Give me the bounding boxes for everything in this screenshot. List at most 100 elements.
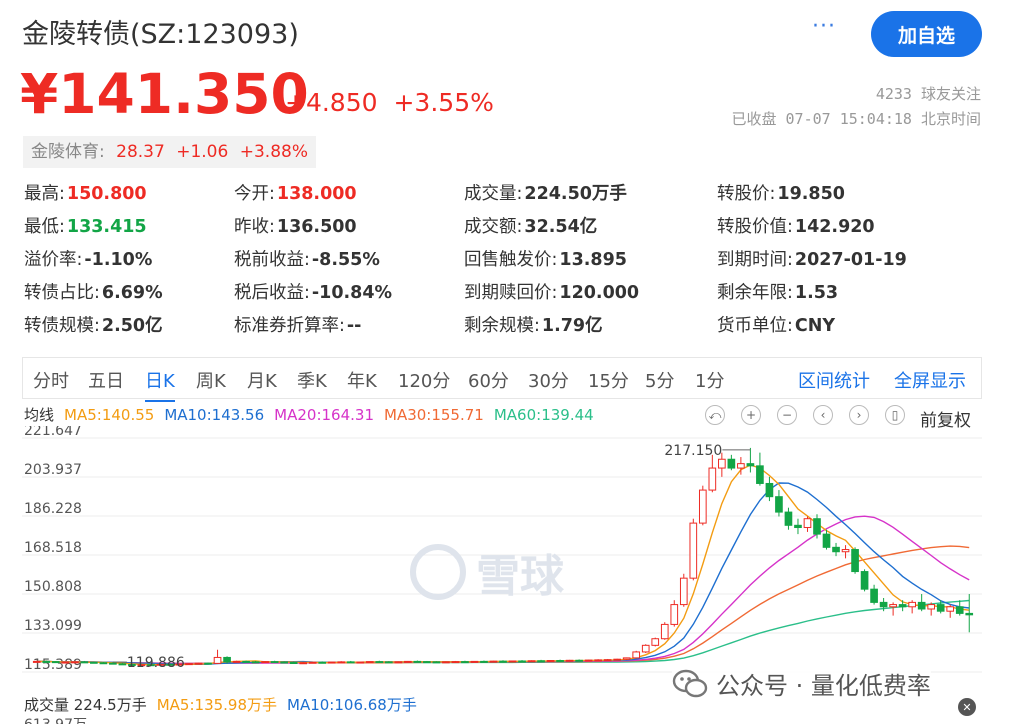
toggle-icon[interactable]: ▯ [885,405,905,425]
stat-label: 货币单位: [717,316,793,336]
candle-body [365,661,374,664]
tab-period[interactable]: 15分 [588,367,629,393]
candle-body [318,661,327,664]
candle-body [242,660,250,663]
candle-body [32,660,41,663]
candle-body [851,549,859,573]
candle-body [879,601,888,608]
candle-body [51,661,60,664]
y-tick-label: 115.389 [24,657,82,673]
zoom-in-icon[interactable]: + [741,405,761,425]
bond-title: 金陵转债(SZ:123093) [22,19,299,50]
tab-period[interactable]: 60分 [468,367,509,393]
add-watchlist-button[interactable]: 加自选 [871,11,982,57]
candle-body [651,638,660,646]
more-options-button[interactable]: ··· [812,14,836,39]
candle-body [727,458,736,469]
candle-body [251,661,260,664]
underlying-price: 28.37 [116,142,165,162]
tab-period[interactable]: 30分 [528,367,569,393]
tab-period[interactable]: 五日 [88,367,124,393]
tab-period[interactable]: 年K [347,367,377,393]
stats-row: 转债规模: 2.50亿 标准券折算率: -- 剩余规模: 1.79亿 货币单位: CNY [24,312,984,345]
candle-body [499,660,507,663]
tab-period[interactable]: 5分 [645,367,674,393]
stat-item: 成交量: 224.50万手 [464,180,627,205]
stat-label: 转债规模: [24,316,100,336]
scroll-right-icon[interactable]: › [849,405,869,425]
candle-body [613,658,622,661]
tab-period[interactable]: 日K [145,367,175,402]
ma-value: MA5:140.55 [64,406,155,424]
tab-period[interactable]: 1分 [695,367,724,393]
candle-body [194,662,203,665]
candle-body [337,661,346,664]
zoom-out-icon[interactable]: − [777,405,797,425]
candle-body [42,660,51,663]
candle-body [632,651,641,659]
tab-period[interactable]: 季K [297,367,327,393]
candle-body [860,571,869,590]
volume-legend: 成交量 224.5万手 MA5:135.98万手 MA10:106.68万手 [24,694,427,715]
candle-body [556,660,564,663]
candle-body [413,660,422,663]
candle-body [232,660,241,663]
candle-body [213,656,222,664]
candle-body [746,463,755,467]
stats-row: 最低: 133.415 昨收: 136.500 成交额: 32.54亿 转股价值: 142.9… [24,213,984,246]
candle-body [955,606,964,614]
change-amount: +4.850 [285,88,378,117]
tab-period[interactable]: 月K [247,367,277,393]
tab-period[interactable]: 分时 [33,367,69,393]
candle-body [660,623,669,640]
candle-body [327,661,336,664]
ma-label: 均线 [24,406,55,424]
candle-body [765,482,774,498]
candle-body [603,659,612,662]
stat-label: 剩余年限: [717,283,793,303]
range-stats-button[interactable]: 区间统计 [798,367,870,393]
fullscreen-button[interactable]: 全屏显示 [894,367,966,393]
stat-item: 到期赎回价: 120.000 [464,279,639,304]
volume-legend-item: MA5:135.98万手 [156,696,278,714]
stat-label: 成交量: [464,184,523,204]
candle-body [280,661,288,664]
tab-period[interactable]: 周K [196,367,226,393]
stat-label: 今开: [234,184,275,204]
stat-label: 到期赎回价: [464,283,558,303]
close-icon[interactable]: ✕ [958,698,976,716]
scroll-left-icon[interactable]: ‹ [813,405,833,425]
candle-body [898,604,907,608]
stat-label: 转股价值: [717,217,793,237]
candle-body [261,661,269,664]
stats-row: 转债占比: 6.69% 税后收益: -10.84% 到期赎回价: 120.000 剩余年限:… [24,279,984,312]
y-tick-label: 186.228 [24,501,82,517]
wechat-overlay: 公众号 · 量化低费率 [672,666,931,701]
stat-item: 昨收: 136.500 [234,213,357,238]
followers-count[interactable]: 4233 球友关注 [876,83,981,104]
candle-body [70,661,79,664]
stat-label: 到期时间: [717,250,793,270]
tab-period[interactable]: 120分 [398,367,450,393]
stat-label: 标准券折算率: [234,316,345,336]
stat-value: 32.54亿 [524,217,598,237]
candle-body [489,660,498,663]
candle-body [442,661,450,664]
stat-item: 转债规模: 2.50亿 [24,312,163,337]
underlying-stock-chip[interactable]: 金陵体育: 28.37 +1.06 +3.88% [23,136,316,168]
market-status: 已收盘 07-07 15:04:18 北京时间 [731,110,982,128]
candle-body [813,518,821,535]
volume-axis-max: 613.97万 [24,714,87,724]
candle-body [689,522,698,579]
candle-body [204,662,212,665]
stat-label: 剩余规模: [464,316,540,336]
stat-item: 到期时间: 2027-01-19 [717,246,907,271]
candle-body [841,549,850,553]
ma-value: MA20:164.31 [274,406,374,424]
candle-body [679,577,688,606]
underlying-change: +1.06 [176,142,229,162]
underlying-name: 金陵体育: [31,142,105,162]
reset-icon[interactable]: ⤺ [705,405,725,425]
stat-item: 溢价率: -1.10% [24,246,152,271]
stat-item: 剩余规模: 1.79亿 [464,312,603,337]
